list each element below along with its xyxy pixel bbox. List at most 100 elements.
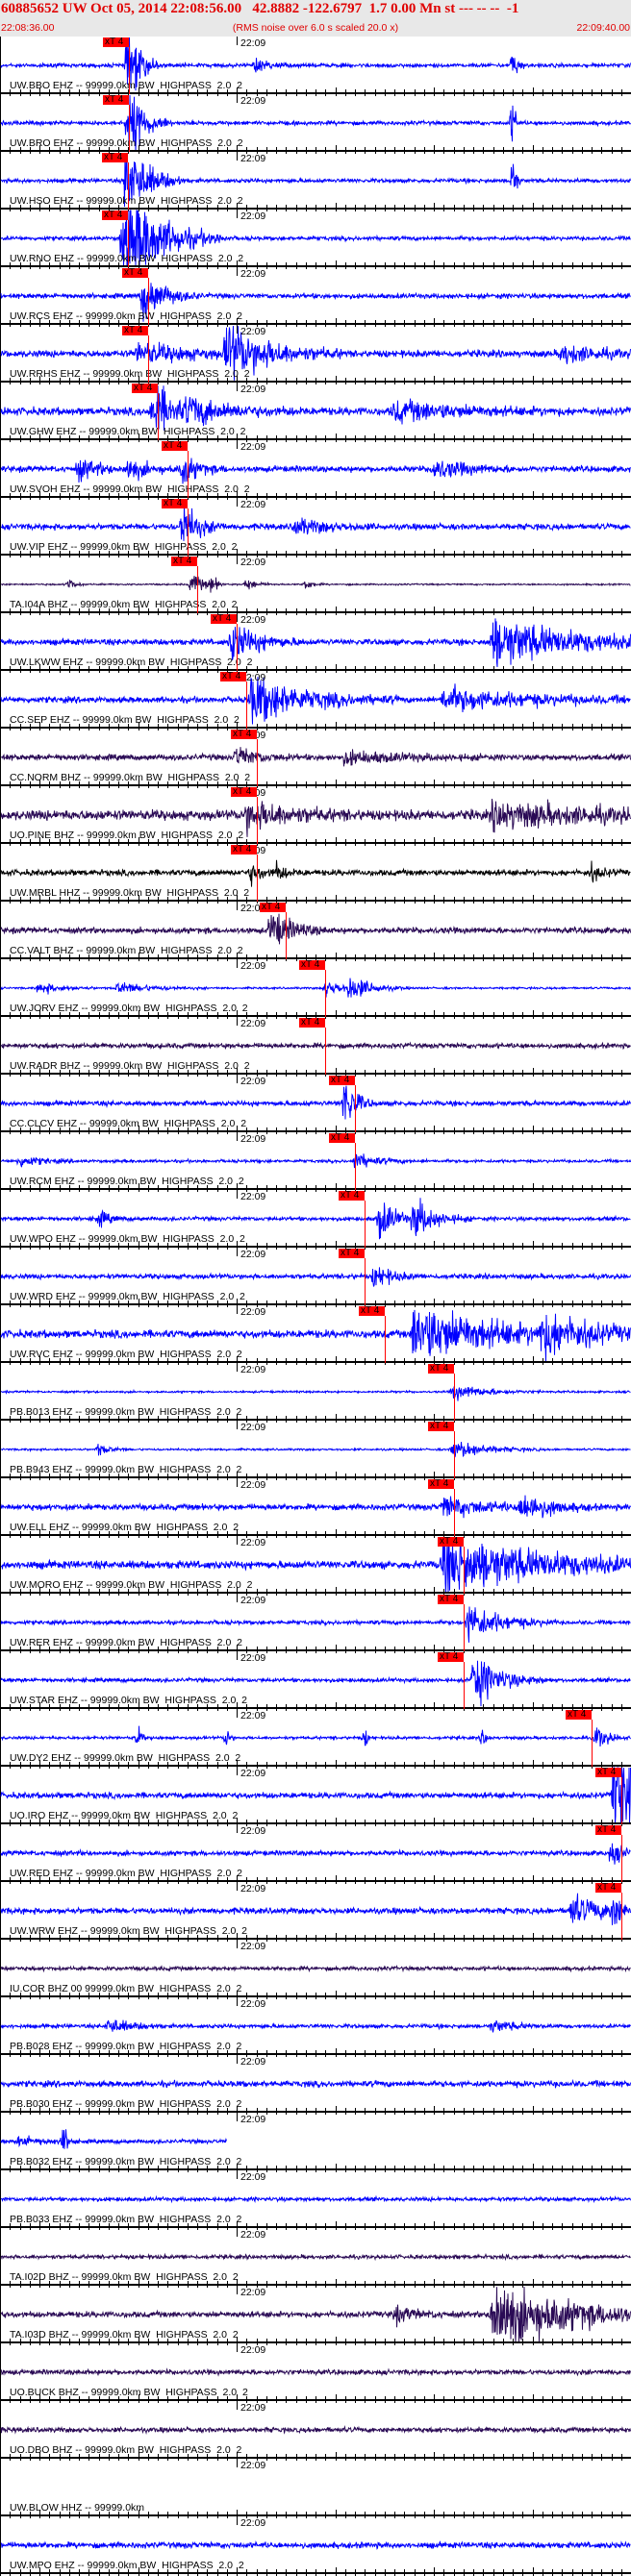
station-label: UW.RADR BHZ -- 99999.0km BW HIGHPASS 2.0… [10, 1060, 250, 1072]
trace-row: 22:09 UW.WPO EHZ -- 99999.0km BW HIGHPASS… [0, 1190, 631, 1250]
pick-marker[interactable]: xT 4 [438, 1595, 464, 1604]
pick-line[interactable] [454, 1489, 455, 1536]
pick-line[interactable] [246, 681, 247, 729]
trace-row: 22:09 UW.WRW EHZ -- 99999.0km BW HIGHPASS… [0, 1882, 631, 1942]
pick-marker[interactable]: xT 4 [595, 1883, 621, 1893]
pick-marker[interactable]: xT 4 [595, 1825, 621, 1835]
station-label: CC.SEP EHZ -- 99999.0km BW HIGHPASS 2.0 … [10, 714, 240, 726]
pick-line[interactable] [592, 1720, 593, 1767]
station-label: UW.VIP EHZ -- 99999.0km BW HIGHPASS 2.0 … [10, 541, 238, 553]
trace-row: 22:09 UW.JORV EHZ -- 99999.0km BW HIGHPAS… [0, 959, 631, 1019]
pick-marker[interactable]: xT 4 [231, 730, 257, 739]
pick-marker[interactable]: xT 4 [171, 557, 197, 566]
pick-marker[interactable]: xT 4 [595, 1768, 621, 1777]
pick-marker[interactable]: xT 4 [438, 1537, 464, 1547]
pick-line[interactable] [621, 1893, 622, 1940]
pick-marker[interactable]: xT 4 [428, 1364, 454, 1374]
pick-marker[interactable]: xT 4 [122, 268, 148, 278]
pick-line[interactable] [286, 912, 287, 959]
minute-label: 22:09 [240, 1076, 266, 1087]
pick-marker[interactable]: xT 4 [299, 1018, 325, 1028]
trace-row: 22:09 PB.B033 EHZ -- 99999.0km BW HIGHPAS… [0, 2170, 631, 2230]
pick-line[interactable] [257, 739, 258, 786]
pick-line[interactable] [621, 1835, 622, 1882]
seismogram-panel: 22:09 UW.BBO EHZ -- 99999.0km BW HIGHPASS… [0, 37, 631, 2576]
pick-marker[interactable]: xT 4 [231, 845, 257, 855]
pick-marker[interactable]: xT 4 [329, 1076, 355, 1085]
pick-marker[interactable]: xT 4 [211, 614, 237, 624]
trace-row: 22:09 TA.I04A BHZ -- 99999.0km BW HIGHPAS… [0, 556, 631, 615]
pick-line[interactable] [385, 1316, 386, 1363]
pick-marker[interactable]: xT 4 [102, 211, 128, 220]
pick-marker[interactable]: xT 4 [132, 384, 158, 393]
trace-row: 22:09UO.PINE BHZ -- 99999.0km BW HIGHPAS… [0, 786, 631, 846]
event-header: 60885652 UW Oct 05, 2014 22:08:56.00 42.… [0, 0, 631, 37]
pick-line[interactable] [621, 1777, 622, 1824]
pick-line[interactable] [454, 1431, 455, 1478]
pick-marker[interactable]: xT 4 [102, 153, 128, 162]
pick-line[interactable] [158, 393, 159, 440]
pick-marker[interactable]: xT 4 [339, 1249, 365, 1258]
pick-line[interactable] [454, 1374, 455, 1421]
pick-marker[interactable]: xT 4 [103, 37, 129, 47]
station-label: UW.BBO EHZ -- 99999.0km BW HIGHPASS 2.0 … [10, 80, 242, 91]
pick-line[interactable] [188, 451, 189, 498]
pick-line[interactable] [257, 855, 258, 902]
pick-line[interactable] [365, 1201, 366, 1248]
pick-line[interactable] [128, 220, 129, 267]
pick-marker[interactable]: xT 4 [220, 672, 246, 681]
waveform [0, 2129, 227, 2149]
pick-line[interactable] [257, 797, 258, 844]
pick-marker[interactable]: xT 4 [162, 499, 188, 508]
pick-marker[interactable]: xT 4 [428, 1422, 454, 1431]
pick-marker[interactable]: xT 4 [566, 1710, 592, 1720]
pick-line[interactable] [237, 624, 238, 671]
station-label: UW.RCS EHZ -- 99999.0km BW HIGHPASS 2.0 … [10, 310, 242, 322]
station-label: UO.BUCK BHZ -- 99999.0km BW HIGHPASS 2.0… [10, 2387, 248, 2398]
minute-label: 22:09 [240, 1249, 266, 1260]
trace-row: 22:09 UW.RRHS EHZ -- 99999.0km BW HIGHPAS… [0, 325, 631, 384]
pick-marker[interactable]: xT 4 [299, 960, 325, 970]
pick-line[interactable] [197, 566, 198, 613]
minute-label: 22:09 [240, 37, 266, 49]
trace-row: 22:09 PB.B013 EHZ -- 99999.0km BW HIGHPAS… [0, 1363, 631, 1423]
minute-label: 22:09 [240, 211, 266, 222]
pick-marker[interactable]: xT 4 [103, 95, 129, 105]
minute-label: 22:09 [240, 2344, 266, 2356]
station-label: CC.VALT BHZ -- 99999.0km BW HIGHPASS 2.0… [10, 945, 243, 956]
pick-line[interactable] [148, 335, 149, 383]
pick-line[interactable] [355, 1085, 356, 1132]
waveform [0, 1386, 631, 1401]
pick-line[interactable] [325, 970, 326, 1017]
pick-line[interactable] [464, 1604, 465, 1651]
pick-line[interactable] [464, 1547, 465, 1594]
station-label: UO.PINE BHZ -- 99999.0km BW HIGHPASS 2.0… [10, 830, 244, 841]
pick-marker[interactable]: xT 4 [339, 1191, 365, 1201]
minute-label: 22:09 [240, 1998, 266, 2010]
pick-line[interactable] [188, 508, 189, 556]
pick-line[interactable] [365, 1258, 366, 1305]
station-label: PB.B033 EHZ -- 99999.0km BW HIGHPASS 2.0… [10, 2214, 242, 2225]
station-label: UW.BRO EHZ -- 99999.0km BW HIGHPASS 2.0 … [10, 137, 243, 149]
pick-line[interactable] [128, 162, 129, 210]
waveform [0, 913, 631, 945]
pick-marker[interactable]: xT 4 [162, 441, 188, 451]
pick-line[interactable] [464, 1662, 465, 1709]
pick-line[interactable] [129, 105, 130, 152]
waveform [0, 1843, 631, 1865]
pick-marker[interactable]: xT 4 [359, 1306, 385, 1316]
pick-marker[interactable]: xT 4 [122, 326, 148, 335]
pick-marker[interactable]: xT 4 [329, 1133, 355, 1143]
pick-line[interactable] [129, 47, 130, 94]
pick-line[interactable] [325, 1028, 326, 1075]
pick-line[interactable] [148, 278, 149, 325]
waveform [0, 1442, 631, 1458]
pick-line[interactable] [355, 1143, 356, 1190]
minute-label: 22:09 [240, 1883, 266, 1895]
pick-marker[interactable]: xT 4 [438, 1652, 464, 1662]
pick-marker[interactable]: xT 4 [428, 1479, 454, 1489]
trace-row: 22:09 UO.BUCK BHZ -- 99999.0km BW HIGHPAS… [0, 2343, 631, 2403]
pick-marker[interactable]: xT 4 [260, 903, 286, 912]
pick-marker[interactable]: xT 4 [231, 787, 257, 797]
trace-row: 22:09 TA.I03D BHZ -- 99999.0km BW HIGHPAS… [0, 2286, 631, 2345]
